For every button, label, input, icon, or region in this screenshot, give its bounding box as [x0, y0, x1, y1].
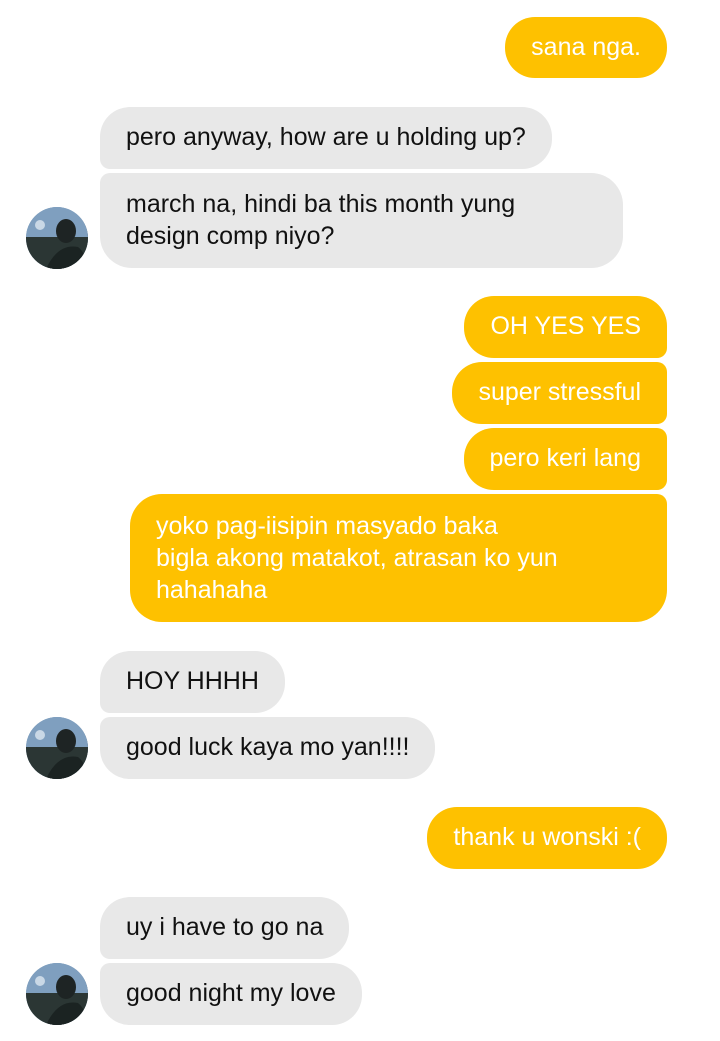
- contact-avatar-photo: [26, 963, 88, 1025]
- outgoing-message[interactable]: sana nga.: [505, 17, 667, 78]
- contact-avatar-photo: [26, 207, 88, 269]
- contact-avatar[interactable]: [26, 207, 88, 269]
- incoming-message[interactable]: good night my love: [100, 963, 362, 1025]
- incoming-message[interactable]: HOY HHHH: [100, 651, 285, 713]
- outgoing-message[interactable]: thank u wonski :(: [427, 807, 667, 869]
- outgoing-message[interactable]: OH YES YES: [464, 296, 667, 358]
- outgoing-message[interactable]: yoko pag-iisipin masyado baka bigla akon…: [130, 494, 667, 622]
- incoming-message[interactable]: pero anyway, how are u holding up?: [100, 107, 552, 169]
- incoming-message[interactable]: uy i have to go na: [100, 897, 350, 959]
- contact-avatar-photo: [26, 717, 88, 779]
- contact-avatar[interactable]: [26, 963, 88, 1025]
- incoming-message[interactable]: good luck kaya mo yan!!!!: [100, 717, 436, 779]
- outgoing-message[interactable]: super stressful: [452, 362, 667, 424]
- incoming-message[interactable]: march na, hindi ba this month yung desig…: [100, 173, 623, 268]
- outgoing-message[interactable]: pero keri lang: [463, 428, 667, 490]
- contact-avatar[interactable]: [26, 717, 88, 779]
